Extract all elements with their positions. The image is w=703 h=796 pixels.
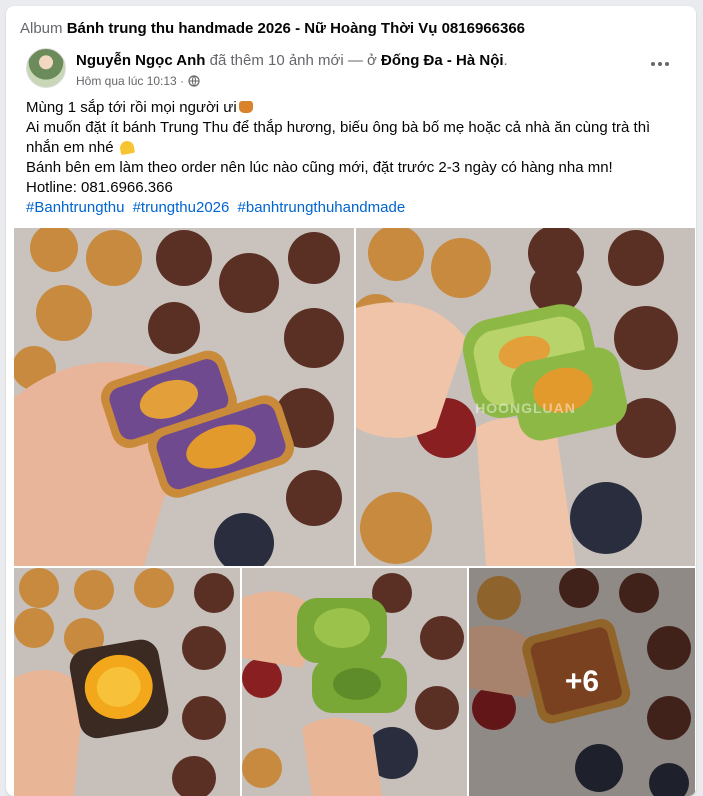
- mooncake-photo: [14, 228, 354, 566]
- post-line-2: Ai muốn đặt ít bánh Trung Thu để thắp hư…: [26, 119, 651, 156]
- image-watermark: HOONGLUAN: [475, 400, 576, 416]
- album-prefix: Album: [20, 20, 63, 37]
- location-suffix: .: [503, 52, 508, 69]
- more-photos-overlay[interactable]: +6: [469, 568, 695, 796]
- photo-5-more[interactable]: +6: [469, 568, 695, 796]
- hashtag-link[interactable]: #trungthu2026: [133, 199, 230, 216]
- more-options-icon[interactable]: [648, 56, 672, 72]
- location-link[interactable]: Đống Đa - Hà Nội: [381, 52, 504, 69]
- mooncake-photo: [14, 568, 240, 796]
- photo-4[interactable]: [242, 568, 467, 796]
- mooncake-emoji-icon: [238, 101, 253, 113]
- album-header: Album Bánh trung thu handmade 2026 - Nữ …: [20, 20, 525, 37]
- post-line-4: Hotline: 081.6966.366: [26, 179, 173, 196]
- photo-2[interactable]: HOONGLUAN: [356, 228, 695, 566]
- post-card: Album Bánh trung thu handmade 2026 - Nữ …: [6, 6, 696, 796]
- album-title-link[interactable]: Bánh trung thu handmade 2026 - Nữ Hoàng …: [67, 20, 525, 37]
- post-line-1: Mùng 1 sắp tới rồi mọi người ưi: [26, 98, 676, 118]
- author-name-link[interactable]: Nguyễn Ngọc Anh: [76, 52, 205, 69]
- photo-1[interactable]: [14, 228, 354, 566]
- post-body: Mùng 1 sắp tới rồi mọi người ưi Ai muốn …: [26, 98, 676, 218]
- post-meta: Hôm qua lúc 10:13 ·: [76, 74, 200, 88]
- mooncake-photo: [242, 568, 467, 796]
- post-header: Nguyễn Ngọc Anh đã thêm 10 ảnh mới — ở Đ…: [20, 46, 680, 90]
- post-timestamp-link[interactable]: Hôm qua lúc 10:13 ·: [76, 74, 184, 88]
- mooncake-photo: [356, 228, 695, 566]
- post-action-text: đã thêm 10 ảnh mới — ở: [209, 52, 377, 69]
- hashtag-link[interactable]: #Banhtrungthu: [26, 199, 124, 216]
- hashtag-list: #Banhtrungthu #trungthu2026 #banhtrungth…: [26, 198, 676, 218]
- avatar[interactable]: [26, 48, 66, 88]
- yellow-heart-emoji-icon: [118, 139, 135, 156]
- hashtag-link[interactable]: #banhtrungthuhandmade: [238, 199, 406, 216]
- post-byline: Nguyễn Ngọc Anh đã thêm 10 ảnh mới — ở Đ…: [76, 52, 508, 69]
- photo-3[interactable]: [14, 568, 240, 796]
- globe-icon: [188, 75, 200, 87]
- post-line-3: Bánh bên em làm theo order nên lúc nào c…: [26, 159, 613, 176]
